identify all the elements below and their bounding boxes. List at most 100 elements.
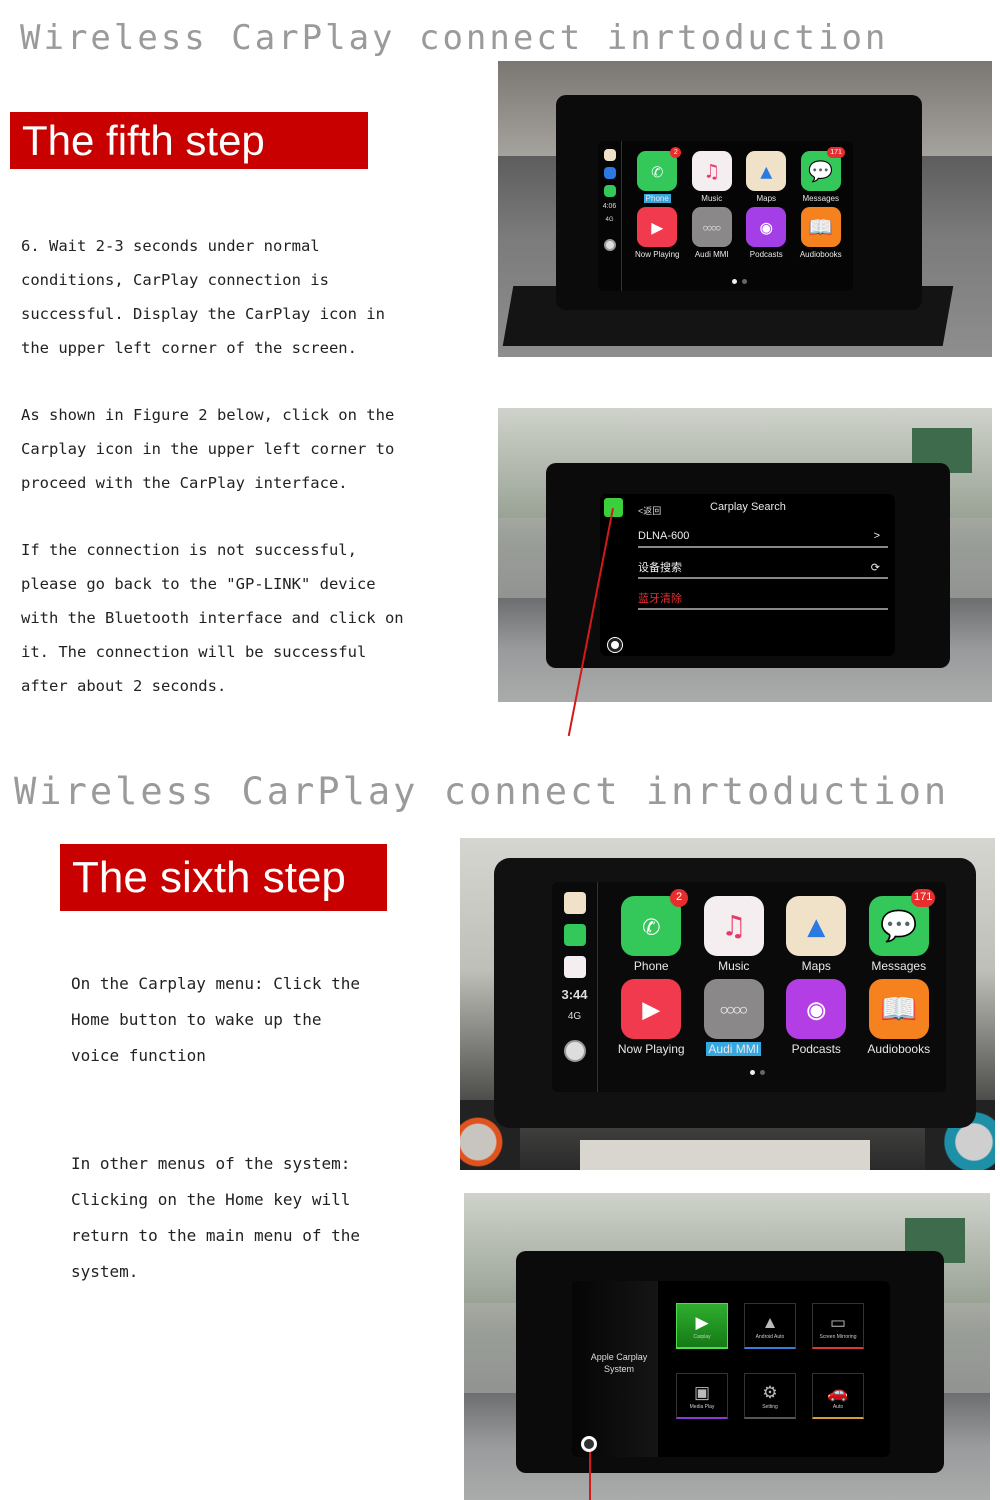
back-button[interactable]: <返回 [638,504,661,517]
podcasts-icon[interactable]: ◉ [746,207,787,247]
maps-icon[interactable]: ▲ [746,151,787,191]
menu-tile-label: Setting [762,1403,778,1410]
book-icon[interactable]: 📖 [800,207,841,247]
app-tile[interactable]: ◉ Podcasts [775,979,858,1056]
photo-carplay-search: <返回 Carplay Search DLNA-600 > 设备搜索 ⟳ 蓝牙清除 [498,408,992,702]
home-button[interactable] [581,1436,597,1452]
app-label: Music [718,959,750,973]
chevron-right-icon: > [873,530,880,542]
app-tile[interactable]: ▲ Maps [739,151,794,203]
messages-icon[interactable]: 💬 171 [800,146,845,191]
carplay-sidebar: 4:06 4G [598,141,622,291]
photo-system-menu: Apple Carplay System ▶ Carplay ▲ Android Au… [464,1193,990,1500]
list-item-label: 设备搜索 [638,562,682,574]
paragraph-line: Clicking on the Home key will [71,1190,351,1209]
paragraph-line: Home button to wake up the [71,1010,322,1029]
paragraph-line: On the Carplay menu: Click the [71,974,360,993]
search-list-item[interactable]: DLNA-600 > [638,526,888,548]
carplay-sidebar: 3:44 4G [552,882,598,1092]
instruction-paragraph: As shown in Figure 2 below, click on the… [21,398,394,500]
menu-tile-label: Carplay [693,1333,711,1340]
photo-carplay-home: 4:06 4G ✆ 2 Phone ♫ Music ▲ Maps 💬 171 Messages ▶ N… [498,61,992,357]
menu-tile[interactable]: ⚙ Setting [744,1373,796,1419]
paragraph-line: As shown in Figure 2 below, click on the [21,406,395,424]
paragraph-line: voice function [71,1046,206,1065]
page-indicator [732,279,747,284]
step-banner-label: The sixth step [72,852,346,902]
play-icon[interactable]: ▶ [637,207,678,247]
menu-tile[interactable]: ▭ Screen Mirroring [812,1303,864,1349]
phone-mini-icon[interactable] [563,924,586,946]
screen-title: Carplay Search [710,501,786,513]
app-tile[interactable]: 💬 171 Messages [794,146,849,203]
pointer-arrow [589,1452,591,1500]
page-dot [760,1070,765,1075]
play-icon[interactable]: ▶ [621,979,682,1039]
instruction-paragraph: On the Carplay menu: Click the Home butt… [71,966,360,1074]
menu-tile[interactable]: 🚗 Auto [812,1373,864,1419]
app-tile[interactable]: 📖 Audiobooks [794,207,849,259]
menu-tile[interactable]: ▣ Media Play [676,1373,728,1419]
step-banner-sixth: The sixth step [60,844,387,911]
app-label: Messages [802,194,839,203]
messages-icon[interactable]: 💬 171 [868,889,936,956]
video-icon: ▣ [693,1382,711,1402]
status-network: 4G [567,1011,582,1022]
phone-mini-icon[interactable] [603,185,616,197]
phone-icon[interactable]: ✆ 2 [621,889,688,956]
audi-rings-icon[interactable]: ◯◯◯◯ [691,207,732,247]
system-label-line: Apple Carplay [590,1352,648,1362]
app-tile[interactable]: ◉ Podcasts [739,207,794,259]
paragraph-line: successful. Display the CarPlay icon in [21,305,385,323]
app-label: Now Playing [617,1042,685,1056]
home-button[interactable] [608,638,622,652]
carplay-play-icon: ▶ [695,1312,709,1332]
home-button[interactable] [603,239,616,251]
app-label: Podcasts [749,250,783,259]
app-tile[interactable]: ◯◯◯◯ Audi MMI [685,207,740,259]
list-item-label: DLNA-600 [638,530,690,542]
search-list-item[interactable]: 设备搜索 ⟳ [638,557,888,579]
audi-rings-icon[interactable]: ◯◯◯◯ [703,979,764,1039]
page-dot [742,279,747,284]
page-indicator [750,1070,765,1075]
podcasts-icon[interactable]: ◉ [786,979,847,1039]
app-tile[interactable]: ♫ Music [693,896,776,973]
menu-screen: Apple Carplay System ▶ Carplay ▲ Android Au… [572,1281,890,1457]
app-tile[interactable]: 📖 Audiobooks [858,979,941,1056]
app-tile[interactable]: ✆ 2 Phone [630,146,685,203]
app-tile[interactable]: ✆ 2 Phone [610,889,693,973]
carplay-screen: 3:44 4G ✆ 2 Phone ♫ Music ▲ Maps 💬 171 Messages ▶ N… [552,882,946,1092]
paragraph-line: the upper left corner of the screen. [21,339,357,357]
book-icon[interactable]: 📖 [868,979,929,1039]
paragraph-line: with the Bluetooth interface and click o… [21,609,404,627]
app-tile[interactable]: ◯◯◯◯ Audi MMI [693,979,776,1056]
photo-carplay-home-closeup: 3:44 4G ✆ 2 Phone ♫ Music ▲ Maps 💬 171 Messages ▶ N… [460,838,995,1170]
paragraph-line: return to the main menu of the [71,1226,360,1245]
music-icon[interactable]: ♫ [703,896,764,956]
menu-tile[interactable]: ▲ Android Auto [744,1303,796,1349]
home-button[interactable] [563,1040,586,1062]
app-tile[interactable]: ▶ Now Playing [630,207,685,259]
menu-tile[interactable]: ▶ Carplay [676,1303,728,1349]
maps-icon[interactable]: ▲ [786,896,847,956]
menu-tile-label: Media Play [689,1403,715,1410]
section-title: Wireless CarPlay connect inrtoduction [20,18,889,58]
app-tile[interactable]: ♫ Music [685,151,740,203]
app-tile[interactable]: ▶ Now Playing [610,979,693,1056]
gear-icon: ⚙ [762,1382,778,1402]
instruction-paragraph: In other menus of the system: Clicking o… [71,1146,360,1290]
refresh-icon: ⟳ [870,561,880,574]
search-list-item[interactable]: 蓝牙清除 [638,588,888,610]
phone-icon[interactable]: ✆ 2 [637,146,682,191]
maps-mini-icon[interactable] [563,892,586,914]
app-tile[interactable]: 💬 171 Messages [858,889,941,973]
paragraph-line: please go back to the "GP-LINK" device [21,575,376,593]
assistant-mini-icon[interactable] [603,167,616,179]
app-tile[interactable]: ▲ Maps [775,896,858,973]
maps-mini-icon[interactable] [603,149,616,161]
app-grid: ✆ 2 Phone ♫ Music ▲ Maps 💬 171 Messages ▶ Now Playi… [610,889,941,1056]
music-mini-icon[interactable] [563,956,586,978]
app-label: Phone [633,959,669,973]
music-icon[interactable]: ♫ [691,151,732,191]
